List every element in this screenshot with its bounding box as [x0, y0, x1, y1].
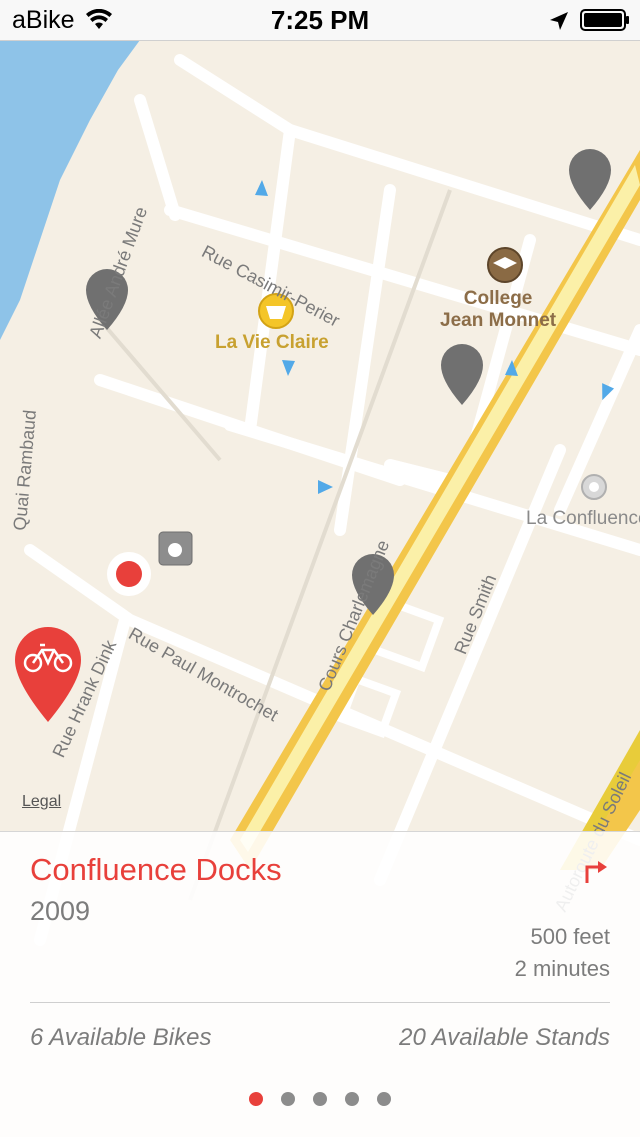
divider: [30, 1002, 610, 1003]
page-dot[interactable]: [313, 1092, 327, 1106]
distance-value: 500 feet: [530, 924, 610, 949]
directions-icon[interactable]: [584, 858, 610, 884]
poi-label-college: College Jean Monnet: [440, 288, 556, 332]
station-year: 2009: [30, 896, 91, 926]
battery-icon: [580, 9, 629, 31]
page-dot[interactable]: [249, 1092, 263, 1106]
clock: 7:25 PM: [270, 5, 370, 35]
available-stands: 20 Available Stands: [399, 1024, 610, 1051]
legal-link[interactable]: Legal: [22, 793, 61, 811]
poi-label-la-vie-claire: La Vie Claire: [215, 332, 329, 353]
duration-value: 2 minutes: [514, 956, 610, 981]
station-name: Confluence Docks: [30, 852, 282, 887]
location-arrow-icon: [550, 12, 568, 30]
available-bikes: 6 Available Bikes: [30, 1024, 212, 1051]
page-dot[interactable]: [281, 1092, 295, 1106]
poi-label-la-confluence: La Confluence: [526, 508, 640, 529]
station-card[interactable]: Confluence Docks 2009 500 feet 2 minutes…: [0, 831, 640, 1137]
poi-college-line: College Jean Monnet: [440, 288, 557, 331]
page-dot[interactable]: [377, 1092, 391, 1106]
page-indicator[interactable]: [0, 1092, 640, 1106]
page-dot[interactable]: [345, 1092, 359, 1106]
status-bar: aBike 7:25 PM: [0, 0, 640, 41]
